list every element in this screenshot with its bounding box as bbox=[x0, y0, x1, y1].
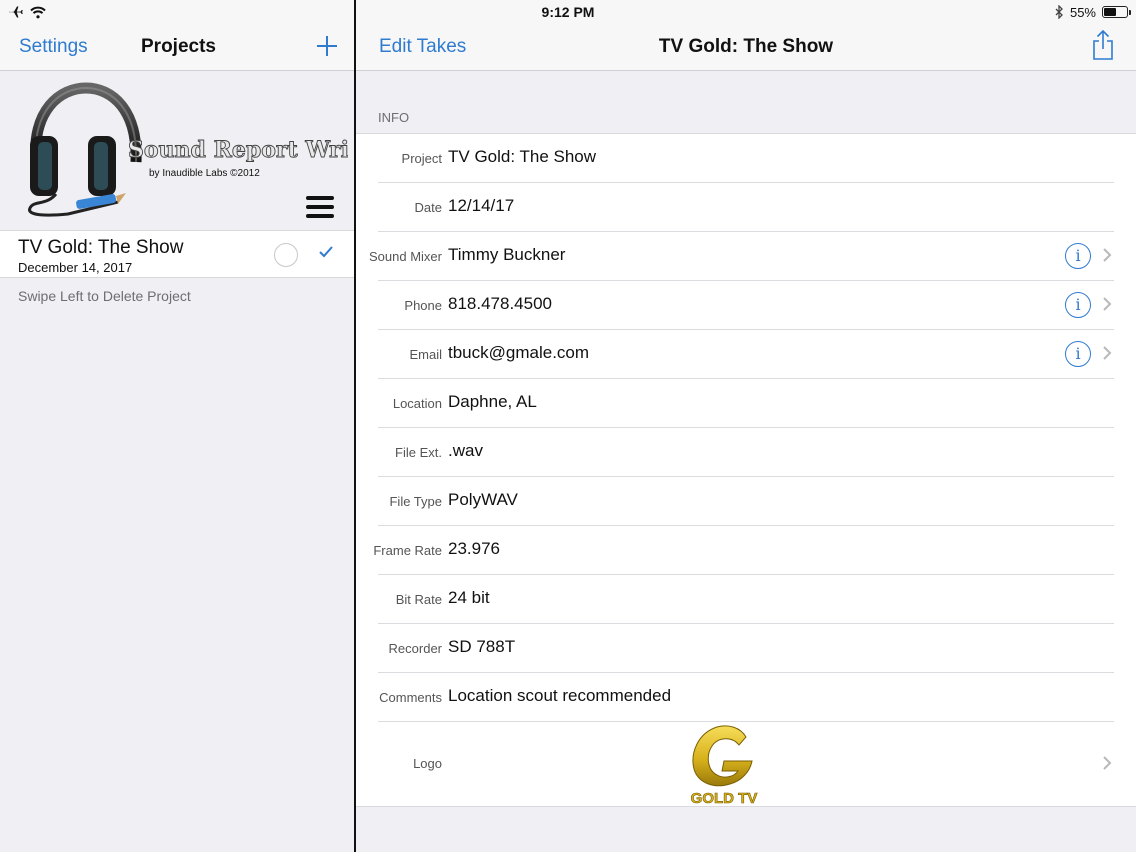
field-label: Bit Rate bbox=[395, 592, 442, 607]
menu-icon[interactable] bbox=[306, 196, 334, 218]
field-label: Sound Mixer bbox=[369, 249, 442, 264]
field-label: File Type bbox=[389, 494, 442, 509]
chevron-right-icon[interactable] bbox=[1102, 755, 1112, 771]
project-name: TV Gold: The Show bbox=[18, 237, 184, 258]
info-icon[interactable]: i bbox=[1065, 292, 1091, 318]
field-row-project[interactable]: Project TV Gold: The Show bbox=[356, 134, 1136, 183]
split-divider bbox=[354, 0, 356, 852]
battery-icon bbox=[1102, 6, 1131, 18]
detail-title: TV Gold: The Show bbox=[658, 36, 834, 57]
chevron-right-icon[interactable] bbox=[1102, 247, 1112, 263]
app-logo-area: Sound Report Writer by Inaudible Labs ©2… bbox=[0, 72, 354, 230]
field-row-email[interactable]: Email tbuck@gmale.com i bbox=[356, 330, 1136, 379]
bluetooth-icon bbox=[1055, 5, 1063, 19]
logo-title-text: Sound Report Writer bbox=[128, 137, 348, 163]
project-date: December 14, 2017 bbox=[18, 260, 133, 275]
field-label: Date bbox=[414, 200, 442, 215]
field-value[interactable]: TV Gold: The Show bbox=[448, 147, 596, 167]
field-value[interactable]: 818.478.4500 bbox=[448, 294, 552, 314]
chevron-right-icon[interactable] bbox=[1102, 296, 1112, 312]
select-circle[interactable] bbox=[274, 243, 298, 267]
field-label: Recorder bbox=[388, 641, 442, 656]
field-label: Project bbox=[401, 151, 442, 166]
info-icon[interactable]: i bbox=[1065, 341, 1091, 367]
project-detail-pane: Edit Takes TV Gold: The Show INFO Projec… bbox=[356, 0, 1136, 852]
field-value[interactable]: PolyWAV bbox=[448, 490, 518, 510]
field-value[interactable]: 12/14/17 bbox=[448, 196, 514, 216]
field-row-frame-rate[interactable]: Frame Rate 23.976 bbox=[356, 526, 1136, 575]
field-row-phone[interactable]: Phone 818.478.4500 i bbox=[356, 281, 1136, 330]
field-row-file-ext[interactable]: File Ext. .wav bbox=[356, 428, 1136, 477]
field-value[interactable]: 24 bit bbox=[448, 588, 490, 608]
info-icon[interactable]: i bbox=[1065, 243, 1091, 269]
field-label: Comments bbox=[379, 690, 442, 705]
field-value[interactable]: tbuck@gmale.com bbox=[448, 343, 589, 363]
field-value[interactable]: SD 788T bbox=[448, 637, 515, 657]
share-icon[interactable] bbox=[1092, 30, 1114, 60]
gold-tv-logo-text: GOLD TV bbox=[691, 790, 758, 807]
swipe-hint: Swipe Left to Delete Project bbox=[18, 288, 191, 304]
field-label: Email bbox=[409, 347, 442, 362]
battery-percent: 55% bbox=[1069, 4, 1096, 20]
logo-subtitle-text: by Inaudible Labs ©2012 bbox=[149, 168, 260, 179]
field-row-sound-mixer[interactable]: Sound Mixer Timmy Buckner i bbox=[356, 232, 1136, 281]
field-value[interactable]: .wav bbox=[448, 441, 483, 461]
chevron-right-icon[interactable] bbox=[1102, 345, 1112, 361]
settings-button[interactable]: Settings bbox=[19, 36, 88, 58]
status-right: 55% bbox=[1055, 3, 1131, 21]
projects-pane: Settings Projects Sound Report Writer bbox=[0, 0, 354, 852]
gold-tv-logo: GOLD TV bbox=[690, 725, 758, 807]
field-value[interactable]: Timmy Buckner bbox=[448, 245, 565, 265]
field-value[interactable]: 23.976 bbox=[448, 539, 500, 559]
plus-icon[interactable] bbox=[316, 35, 338, 57]
info-section-header: INFO bbox=[378, 110, 410, 125]
field-row-comments[interactable]: Comments Location scout recommended bbox=[356, 673, 1136, 722]
projects-nav-bar: Settings Projects bbox=[0, 24, 354, 71]
field-value[interactable]: Location scout recommended bbox=[448, 686, 671, 706]
field-value[interactable]: Daphne, AL bbox=[448, 392, 537, 412]
field-label: Logo bbox=[413, 756, 442, 771]
field-row-bit-rate[interactable]: Bit Rate 24 bit bbox=[356, 575, 1136, 624]
battery-fill bbox=[1104, 8, 1117, 16]
status-time: 9:12 PM bbox=[541, 4, 595, 20]
field-label: Phone bbox=[404, 298, 442, 313]
field-row-logo[interactable]: Logo GOLD TV bbox=[356, 719, 1136, 807]
field-label: Frame Rate bbox=[373, 543, 442, 558]
info-form: Project TV Gold: The Show Date 12/14/17 … bbox=[356, 133, 1136, 807]
field-row-date[interactable]: Date 12/14/17 bbox=[356, 183, 1136, 232]
field-row-location[interactable]: Location Daphne, AL bbox=[356, 379, 1136, 428]
projects-title: Projects bbox=[141, 36, 216, 57]
status-bar: 9:12 PM 55% bbox=[0, 0, 1136, 24]
detail-nav-bar: Edit Takes TV Gold: The Show bbox=[356, 24, 1136, 71]
project-row[interactable]: TV Gold: The Show December 14, 2017 bbox=[0, 230, 354, 278]
field-row-file-type[interactable]: File Type PolyWAV bbox=[356, 477, 1136, 526]
checkmark-icon bbox=[319, 246, 333, 258]
headphones-logo: Sound Report Writer by Inaudible Labs ©2… bbox=[28, 82, 348, 217]
field-label: File Ext. bbox=[395, 445, 442, 460]
field-row-recorder[interactable]: Recorder SD 788T bbox=[356, 624, 1136, 673]
field-label: Location bbox=[392, 396, 442, 411]
